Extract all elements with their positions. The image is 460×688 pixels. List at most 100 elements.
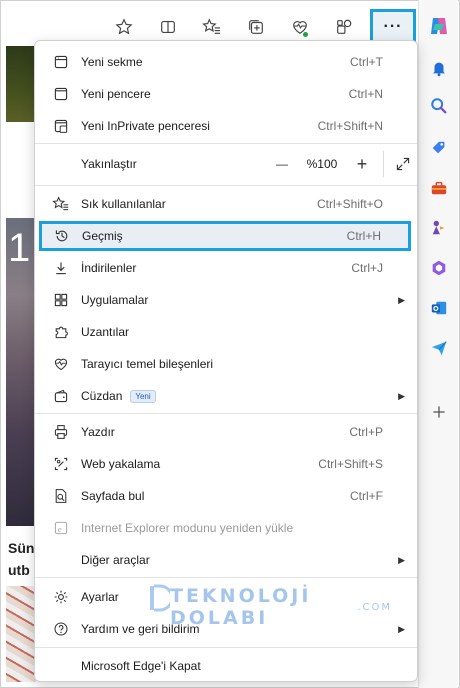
help-icon	[49, 617, 73, 641]
menu-item-inprivate[interactable]: Yeni InPrivate penceresi Ctrl+Shift+N	[41, 111, 413, 141]
menu-item-label: Geçmiş	[82, 229, 123, 243]
print-icon	[49, 420, 73, 444]
tools-icon[interactable]	[427, 176, 451, 200]
more-icon: ···	[383, 18, 403, 35]
menu-item-label: Uygulamalar	[81, 293, 149, 307]
background-banner	[6, 46, 36, 122]
menu-item-new-tab[interactable]: Yeni sekme Ctrl+T	[41, 47, 413, 77]
apps-icon	[49, 288, 73, 312]
menu-divider	[35, 577, 417, 578]
zoom-controls: — %100 +	[267, 149, 418, 179]
shortcut-label: Ctrl+F	[350, 489, 383, 503]
menu-item-label: Microsoft Edge'i Kapat	[81, 659, 201, 673]
collections-icon[interactable]	[238, 10, 274, 44]
ie-icon: e	[49, 516, 73, 540]
web-capture-icon	[49, 452, 73, 476]
menu-item-label: Sık kullanılanlar	[81, 197, 166, 211]
menu-divider	[35, 185, 417, 186]
menu-item-wallet[interactable]: Cüzdan Yeni ▶	[41, 381, 413, 411]
outlook-icon[interactable]	[427, 296, 451, 320]
menu-item-label: Uzantılar	[81, 325, 130, 339]
shopping-tag-icon[interactable]	[427, 136, 451, 160]
menu-item-label: Ayarlar	[81, 590, 119, 604]
microsoft365-icon[interactable]	[427, 256, 451, 280]
wallet-icon	[49, 384, 73, 408]
menu-item-print[interactable]: Yazdır Ctrl+P	[41, 417, 413, 447]
browser-essentials-icon[interactable]	[282, 10, 318, 44]
inprivate-icon	[49, 114, 73, 138]
menu-item-label: Sayfada bul	[81, 489, 145, 503]
menu-divider	[35, 413, 417, 414]
favorites-icon[interactable]	[194, 10, 230, 44]
background-text: fik	[8, 504, 19, 516]
chevron-right-icon: ▶	[398, 623, 405, 634]
menu-item-new-window[interactable]: Yeni pencere Ctrl+N	[41, 79, 413, 109]
settings-icon	[49, 585, 73, 609]
menu-item-ie-mode: e Internet Explorer modunu yeniden yükle	[41, 513, 413, 543]
heart-pulse-icon	[49, 352, 73, 376]
add-icon[interactable]	[427, 400, 451, 424]
split-screen-icon[interactable]	[150, 10, 186, 44]
chevron-right-icon: ▶	[398, 294, 405, 305]
new-tab-icon	[49, 50, 73, 74]
menu-item-favorites[interactable]: Sık kullanılanlar Ctrl+Shift+O	[41, 189, 413, 219]
menu-item-label: Cüzdan	[81, 389, 123, 403]
menu-item-downloads[interactable]: İndirilenler Ctrl+J	[41, 253, 413, 283]
menu-item-label: Tarayıcı temel bileşenleri	[81, 357, 214, 371]
history-icon	[50, 224, 74, 248]
menu-item-label: Yeni InPrivate penceresi	[81, 119, 210, 133]
menu-item-label: Web yakalama	[81, 457, 161, 471]
chevron-right-icon: ▶	[398, 390, 405, 401]
favorites-icon	[49, 192, 73, 216]
menu-item-label: Diğer araçlar	[81, 553, 150, 567]
shortcut-label: Ctrl+Shift+S	[318, 457, 383, 471]
menu-item-label: Yeni sekme	[81, 55, 143, 69]
background-number: 1	[8, 226, 31, 270]
shortcut-label: Ctrl+Shift+N	[317, 119, 383, 133]
menu-divider	[35, 143, 417, 144]
zoom-in-button[interactable]: +	[347, 149, 377, 179]
search-icon[interactable]	[427, 94, 451, 118]
menu-item-label: İndirilenler	[81, 261, 137, 275]
menu-item-more-tools[interactable]: Diğer araçlar ▶	[41, 545, 413, 575]
menu-item-label: Yeni pencere	[81, 87, 151, 101]
menu-item-label: Internet Explorer modunu yeniden yükle	[81, 521, 294, 535]
menu-item-browser-essentials[interactable]: Tarayıcı temel bileşenleri	[41, 349, 413, 379]
background-headline: Süne	[8, 540, 36, 556]
menu-item-history[interactable]: Geçmiş Ctrl+H	[39, 221, 411, 251]
menu-item-find[interactable]: Sayfada bul Ctrl+F	[41, 481, 413, 511]
chevron-right-icon: ▶	[398, 554, 405, 565]
zoom-divider	[383, 151, 384, 177]
menu-item-close-edge[interactable]: Microsoft Edge'i Kapat	[41, 651, 413, 681]
menu-item-zoom: Yakınlaştır — %100 +	[41, 149, 413, 179]
copilot-icon[interactable]	[427, 14, 451, 38]
menu-item-apps[interactable]: Uygulamalar ▶	[41, 285, 413, 315]
shortcut-label: Ctrl+N	[348, 87, 383, 101]
background-map	[6, 586, 36, 682]
fullscreen-button[interactable]	[388, 149, 418, 179]
drop-icon[interactable]	[427, 336, 451, 360]
extensions-icon	[49, 320, 73, 344]
background-page: ren 1 fik Süne utb	[6, 46, 36, 682]
fullscreen-icon	[396, 157, 410, 171]
games-icon[interactable]	[427, 216, 451, 240]
menu-item-label: Yakınlaştır	[81, 157, 137, 171]
menu-item-web-capture[interactable]: Web yakalama Ctrl+Shift+S	[41, 449, 413, 479]
menu-divider	[35, 647, 417, 648]
new-window-icon	[49, 82, 73, 106]
menu-item-extensions[interactable]: Uzantılar	[41, 317, 413, 347]
status-dot	[302, 31, 309, 38]
watermark: TEKNOLOJİ DOLABI .COM	[148, 582, 398, 629]
extensions-icon[interactable]	[326, 10, 362, 44]
watermark-suffix: .COM	[357, 602, 392, 613]
shortcut-label: Ctrl+H	[346, 229, 381, 243]
background-headline: utb	[8, 562, 30, 578]
zoom-out-button[interactable]: —	[267, 149, 297, 179]
shortcut-label: Ctrl+T	[350, 55, 383, 69]
download-icon	[49, 256, 73, 280]
star-icon[interactable]	[106, 10, 142, 44]
bell-icon[interactable]	[427, 56, 451, 80]
